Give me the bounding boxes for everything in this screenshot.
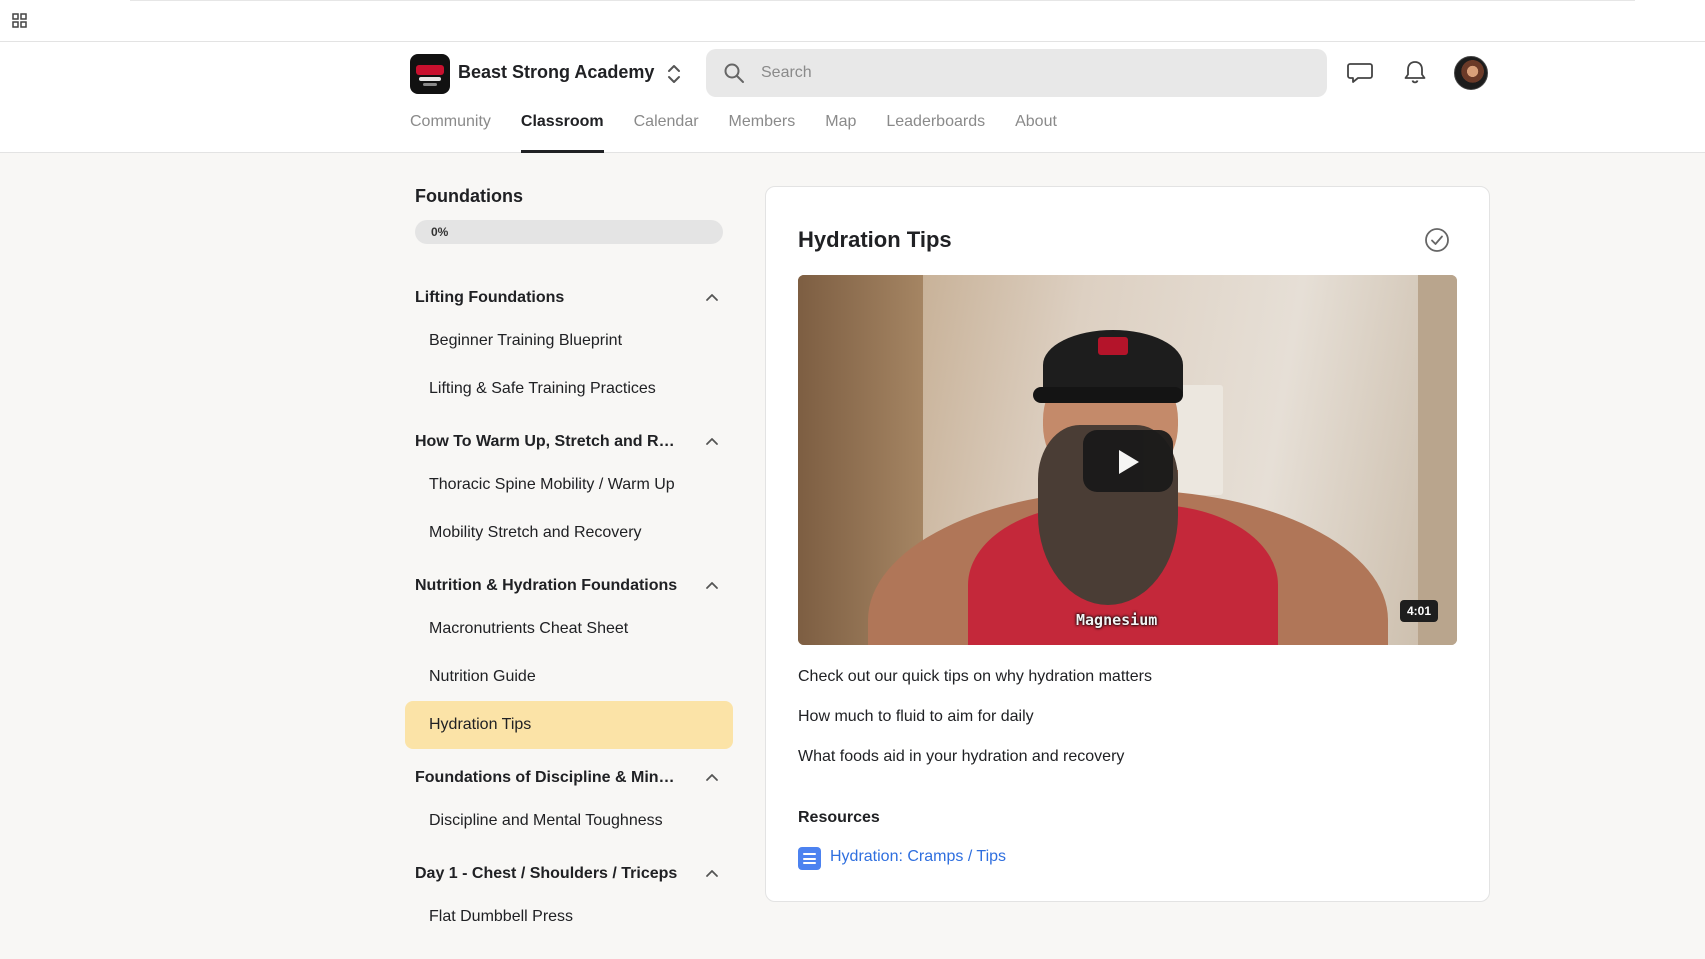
description-line: What foods aid in your hydration and rec… <box>798 748 1125 765</box>
lesson-title: Lifting & Safe Training Practices <box>429 380 656 397</box>
document-icon <box>798 847 821 870</box>
lesson-title: Mobility Stretch and Recovery <box>429 524 642 541</box>
tab-leaderboards[interactable]: Leaderboards <box>871 105 1000 153</box>
video-player[interactable]: Magnesium 4:01 <box>798 275 1457 645</box>
group-switcher-icon[interactable] <box>665 61 683 87</box>
lesson-item[interactable]: Macronutrients Cheat Sheet <box>405 605 733 653</box>
play-button[interactable] <box>1083 430 1173 492</box>
lesson-item[interactable]: Lifting & Safe Training Practices <box>405 365 733 413</box>
progress-label: 0% <box>431 225 449 239</box>
resources-heading: Resources <box>798 809 880 826</box>
chevron-up-icon[interactable] <box>705 867 719 881</box>
module-title: Foundations of Discipline & Mindset <box>415 769 680 786</box>
browser-top-strip <box>0 0 1705 42</box>
group-logo[interactable] <box>410 54 450 94</box>
module-warm-up-stretch[interactable]: How To Warm Up, Stretch and Reco... <box>405 420 733 464</box>
lesson-title: Hydration Tips <box>429 716 532 733</box>
module-nutrition-hydration[interactable]: Nutrition & Hydration Foundations <box>405 564 733 608</box>
module-title: Day 1 - Chest / Shoulders / Triceps <box>415 865 678 882</box>
lesson-title: Macronutrients Cheat Sheet <box>429 620 629 637</box>
lesson-title: Flat Dumbbell Press <box>429 908 574 925</box>
search-icon <box>724 63 744 83</box>
lesson-title: Nutrition Guide <box>429 668 536 685</box>
lesson-item[interactable]: Discipline and Mental Toughness <box>405 797 733 845</box>
module-discipline-mindset[interactable]: Foundations of Discipline & Mindset <box>405 756 733 800</box>
user-avatar[interactable] <box>1454 56 1488 90</box>
module-title: Nutrition & Hydration Foundations <box>415 577 678 594</box>
lesson-title: Beginner Training Blueprint <box>429 332 623 349</box>
lesson-title: Discipline and Mental Toughness <box>429 812 663 829</box>
tab-calendar[interactable]: Calendar <box>619 105 714 153</box>
tab-members[interactable]: Members <box>714 105 811 153</box>
search-bar <box>706 49 1327 97</box>
tab-map[interactable]: Map <box>810 105 871 153</box>
play-icon <box>1119 450 1139 474</box>
apps-grid-icon[interactable] <box>12 13 28 29</box>
tab-classroom[interactable]: Classroom <box>506 105 619 153</box>
mark-complete-check-icon[interactable] <box>1424 227 1450 253</box>
course-title: Foundations <box>415 186 523 206</box>
lesson-item[interactable]: Nutrition Guide <box>405 653 733 701</box>
lesson-item[interactable]: Flat Dumbbell Press <box>405 893 733 941</box>
lesson-heading: Hydration Tips <box>798 227 952 252</box>
module-lifting-foundations[interactable]: Lifting Foundations <box>405 276 733 320</box>
group-name[interactable]: Beast Strong Academy <box>458 62 654 83</box>
lesson-item-active[interactable]: Hydration Tips <box>405 701 733 749</box>
lesson-item[interactable]: Beginner Training Blueprint <box>405 317 733 365</box>
chevron-up-icon[interactable] <box>705 435 719 449</box>
lesson-title: Thoracic Spine Mobility / Warm Up <box>429 476 675 493</box>
main-nav-tabs: Community Classroom Calendar Members Map… <box>410 105 1072 153</box>
chat-icon[interactable] <box>1345 57 1375 87</box>
search-input[interactable] <box>761 49 1311 97</box>
lesson-content-card: Hydration Tips Magnesium 4:01 Check out … <box>765 186 1490 902</box>
module-title: How To Warm Up, Stretch and Reco... <box>415 433 680 450</box>
chevron-up-icon[interactable] <box>705 771 719 785</box>
tab-about[interactable]: About <box>1000 105 1072 153</box>
video-caption: Magnesium <box>1076 611 1158 629</box>
divider <box>130 0 1635 1</box>
video-duration: 4:01 <box>1400 600 1439 622</box>
bell-icon[interactable] <box>1400 57 1430 87</box>
module-title: Lifting Foundations <box>415 289 565 306</box>
description-line: How much to fluid to aim for daily <box>798 708 1034 725</box>
chevron-up-icon[interactable] <box>705 579 719 593</box>
tab-community[interactable]: Community <box>410 105 506 153</box>
lesson-item[interactable]: Thoracic Spine Mobility / Warm Up <box>405 461 733 509</box>
chevron-up-icon[interactable] <box>705 291 719 305</box>
site-header: Beast Strong Academy Community Classroom… <box>0 42 1705 153</box>
resource-link-label[interactable]: Hydration: Cramps / Tips <box>830 848 1006 866</box>
module-day-1[interactable]: Day 1 - Chest / Shoulders / Triceps <box>405 852 733 896</box>
lesson-item[interactable]: Mobility Stretch and Recovery <box>405 509 733 557</box>
description-line: Check out our quick tips on why hydratio… <box>798 668 1152 685</box>
course-progress-bar: 0% <box>415 220 723 244</box>
